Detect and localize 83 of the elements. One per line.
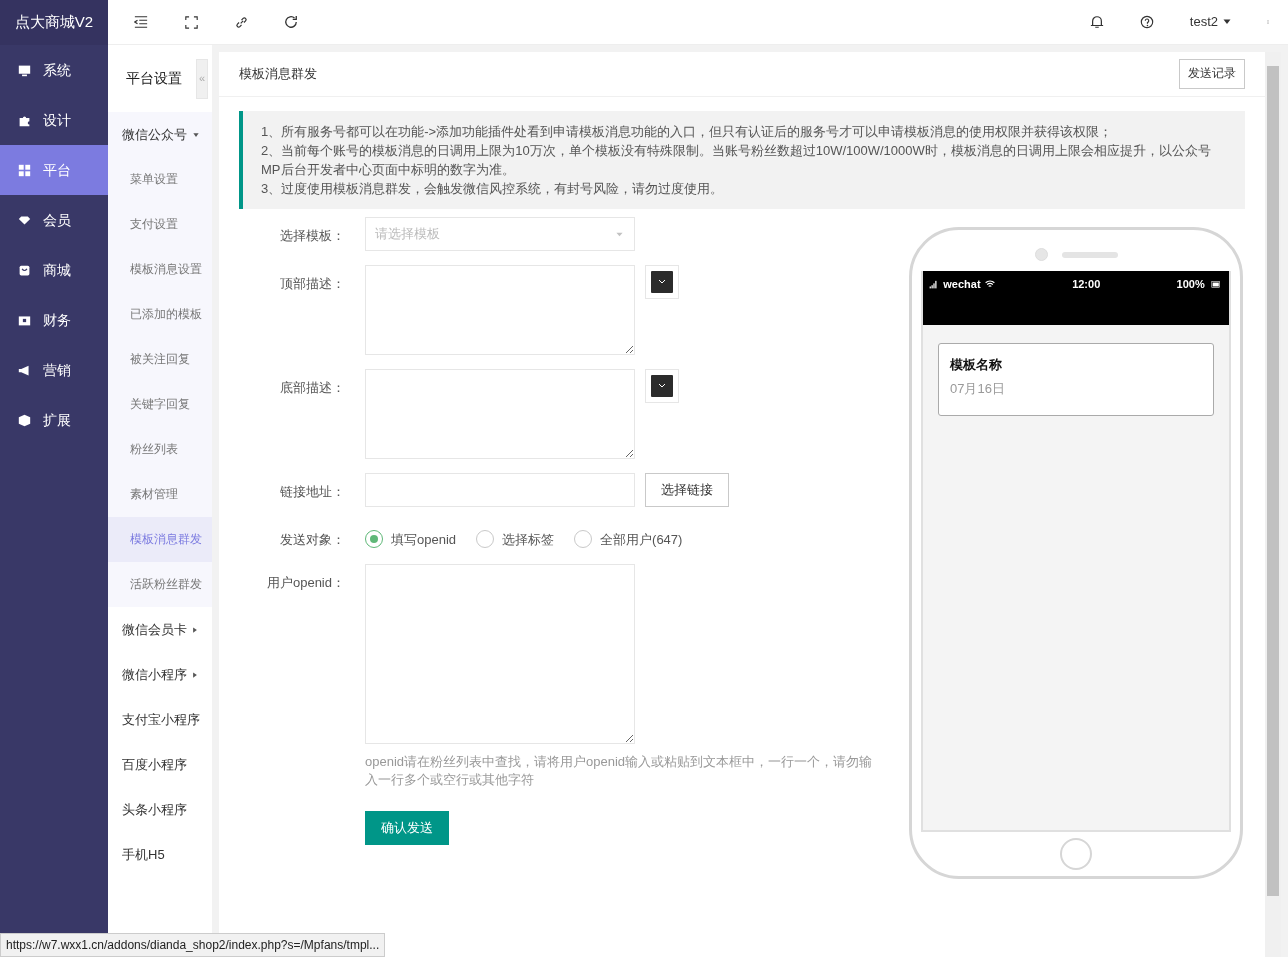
sub-menu-item[interactable]: 素材管理 <box>108 472 212 517</box>
refresh-icon <box>284 15 298 29</box>
megaphone-icon <box>18 363 31 377</box>
bell-icon <box>1089 15 1104 29</box>
chevron-down-icon <box>657 382 667 390</box>
submit-button[interactable]: 确认发送 <box>365 811 449 845</box>
sub-menu-item[interactable]: 头条小程序 <box>108 787 212 832</box>
select-link-button[interactable]: 选择链接 <box>645 473 729 507</box>
sub-menu-item[interactable]: 被关注回复 <box>108 337 212 382</box>
sub-menu-item[interactable]: 活跃粉丝群发 <box>108 562 212 607</box>
cube-icon <box>18 413 31 427</box>
radio-label: 选择标签 <box>502 530 555 549</box>
text-area[interactable] <box>365 265 635 355</box>
battery-level: 100% <box>1176 277 1205 292</box>
sub-menu-item[interactable]: 菜单设置 <box>108 157 212 202</box>
radio-option[interactable]: 填写openid <box>365 521 457 550</box>
notice-text: 1、所有服务号都可以在功能->添加功能插件处看到申请模板消息功能的入口，但只有认证后的服务号才可以申请模板消息的使用权限并获得该权限； <box>261 123 1114 141</box>
field-label: 顶部描述： <box>279 275 346 293</box>
main-menu-item[interactable]: 扩展 <box>0 395 108 445</box>
sub-menu-group[interactable]: 微信公众号 <box>108 112 212 157</box>
carrier-name: wechat <box>943 277 981 292</box>
user-menu[interactable]: test2 <box>1189 12 1232 32</box>
puzzle-icon <box>18 113 31 127</box>
text-area[interactable] <box>365 369 635 459</box>
monitor-icon <box>18 63 31 77</box>
chevron-down-icon <box>657 278 667 286</box>
radio-option[interactable]: 选择标签 <box>476 521 555 550</box>
send-record-button[interactable]: 发送记录 <box>1179 59 1245 89</box>
main-menu-item[interactable]: 平台 <box>0 145 108 195</box>
notice-text: 2、当前每个账号的模板消息的日调用上限为10万次，单个模板没有特殊限制。当账号粉丝数超过10W/100W/1000W时，模板消息的日调用上限会相应提升，以公众号MP后台开发者中心页面中标明的数字为准。 <box>261 142 1212 179</box>
field-label: 用户openid： <box>265 573 346 592</box>
help-icon <box>1139 15 1154 29</box>
camera-dot <box>1034 248 1048 261</box>
sub-menu-title: 平台设置 <box>126 69 182 88</box>
sub-menu-item[interactable]: 粉丝列表 <box>108 427 212 472</box>
panel-title: 模板消息群发 <box>239 65 317 84</box>
main-menu-item[interactable]: 商城 <box>0 245 108 295</box>
main-menu-item[interactable]: 会员 <box>0 195 108 245</box>
phone-time: 12:00 <box>1072 277 1101 292</box>
main-menu-item[interactable]: 营销 <box>0 345 108 395</box>
caret-icon <box>1222 18 1232 26</box>
color-picker[interactable] <box>645 369 679 403</box>
caret-down-icon <box>192 131 200 138</box>
notice-text: 3、过度使用模板消息群发，会触发微信风控系统，有封号风险，请勿过度使用。 <box>261 180 725 198</box>
sub-menu-item[interactable]: 手机H5 <box>108 832 212 877</box>
sub-menu-item[interactable]: 已添加的模板 <box>108 292 212 337</box>
radio-option[interactable]: 全部用户(647) <box>574 521 683 550</box>
color-picker[interactable] <box>645 265 679 299</box>
fullscreen-icon <box>184 15 198 29</box>
main-menu-item[interactable]: 系统 <box>0 45 108 95</box>
sub-menu-item[interactable]: 百度小程序 <box>108 742 212 787</box>
grid-icon <box>18 163 31 177</box>
sub-menu-group[interactable]: 微信小程序 <box>108 652 212 697</box>
field-label: 链接地址： <box>279 483 346 501</box>
sub-menu-item[interactable]: 模板消息设置 <box>108 247 212 292</box>
message-title: 模板名称 <box>950 356 1003 374</box>
radio-label: 全部用户(647) <box>600 530 683 549</box>
sub-menu-item[interactable]: 支付宝小程序 <box>108 697 212 742</box>
wallet-icon <box>18 313 31 327</box>
field-label: 选择模板： <box>279 227 346 245</box>
link-input[interactable] <box>365 473 635 507</box>
menu-icon <box>134 15 148 29</box>
main-menu-item[interactable]: 设计 <box>0 95 108 145</box>
gem-icon <box>18 213 31 227</box>
link-icon <box>234 15 248 29</box>
field-label: 底部描述： <box>279 379 346 397</box>
sub-menu-group[interactable]: 微信会员卡 <box>108 607 212 652</box>
bag-icon <box>18 263 31 277</box>
sub-menu-item[interactable]: 支付设置 <box>108 202 212 247</box>
caret-right-icon <box>192 670 198 679</box>
brand-logo-text: 点大商城V2 <box>0 0 108 45</box>
status-url: https://w7.wxx1.cn/addons/dianda_shop2/index.php?s=/Mpfans/tmpl... <box>0 933 386 957</box>
caret-right-icon <box>192 625 198 634</box>
radio-label: 填写openid <box>391 530 457 549</box>
wifi-icon <box>983 279 996 290</box>
main-menu-item[interactable]: 财务 <box>0 295 108 345</box>
field-label: 发送对象： <box>279 531 346 549</box>
message-date: 07月16日 <box>950 379 1006 398</box>
signal-icon <box>928 279 940 290</box>
speaker-slot <box>1061 251 1118 258</box>
scrollbar-thumb[interactable] <box>1267 66 1279 896</box>
sub-menu-item[interactable]: 关键字回复 <box>108 382 212 427</box>
caret-icon <box>614 230 625 238</box>
